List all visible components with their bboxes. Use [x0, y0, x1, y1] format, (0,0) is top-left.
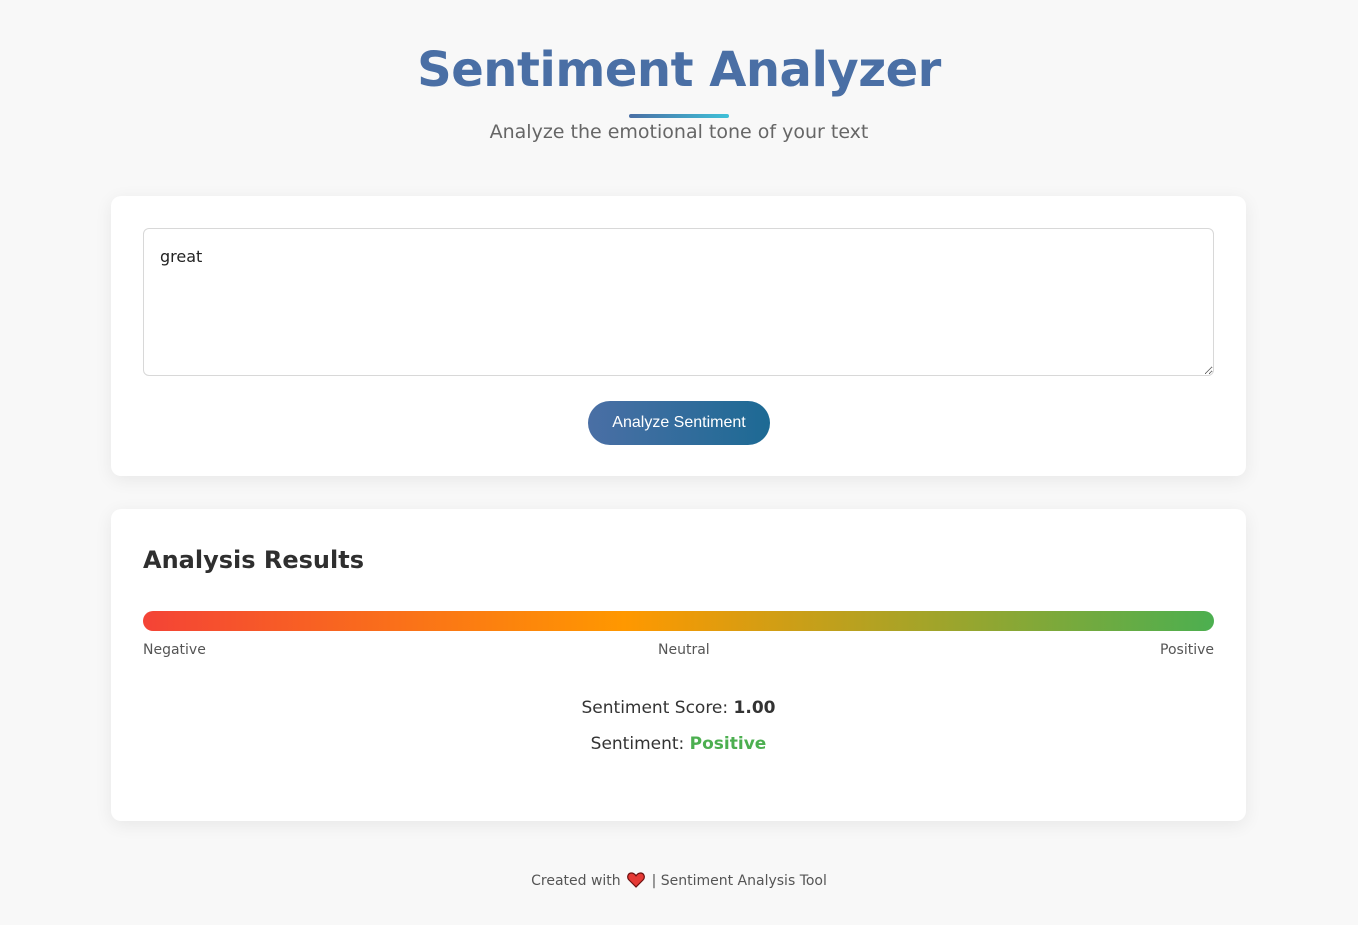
- gauge-label-negative: Negative: [143, 642, 206, 658]
- results-title: Analysis Results: [143, 546, 364, 574]
- results-card: Analysis Results Negative Neutral Positi…: [111, 509, 1246, 821]
- gauge-label-positive: Positive: [1160, 642, 1214, 658]
- sentiment-result-label: Sentiment:: [590, 734, 690, 754]
- heart-icon: [627, 872, 646, 895]
- page-footer: Created with | Sentiment Analysis Tool: [0, 870, 1358, 895]
- sentiment-score-value: 1.00: [733, 698, 776, 718]
- sentiment-gauge-bar: [143, 611, 1214, 631]
- sentiment-score-line: Sentiment Score: 1.00: [111, 695, 1246, 721]
- footer-suffix: | Sentiment Analysis Tool: [651, 873, 827, 889]
- page-subtitle: Analyze the emotional tone of your text: [489, 121, 869, 143]
- text-input[interactable]: [143, 228, 1214, 376]
- page-title: Sentiment Analyzer: [417, 42, 941, 98]
- sentiment-result-value: Positive: [689, 734, 767, 754]
- sentiment-score-label: Sentiment Score:: [581, 698, 734, 718]
- footer-prefix: Created with: [531, 873, 621, 889]
- sentiment-result-line: Sentiment: Positive: [111, 731, 1246, 757]
- analyze-sentiment-button[interactable]: Analyze Sentiment: [588, 401, 770, 445]
- input-card: Analyze Sentiment: [111, 196, 1246, 476]
- gauge-label-neutral: Neutral: [658, 642, 710, 658]
